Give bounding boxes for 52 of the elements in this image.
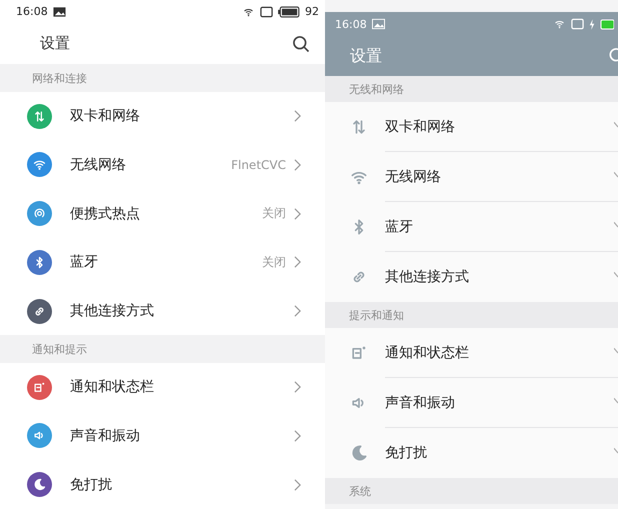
- image-icon: [52, 6, 66, 18]
- battery-icon: [600, 18, 614, 30]
- screen-icon: [571, 18, 584, 30]
- settings-item[interactable]: 蓝牙 关闭: [0, 238, 325, 287]
- search-icon[interactable]: [291, 34, 311, 54]
- section-header: 系统: [325, 478, 618, 504]
- settings-item[interactable]: 声音和振动: [0, 411, 325, 460]
- section-header: 通知和提示: [0, 335, 325, 363]
- settings-item[interactable]: 无线网络: [325, 152, 618, 202]
- settings-item[interactable]: 通知和状态栏: [0, 362, 325, 412]
- settings-item[interactable]: 蓝牙: [325, 202, 618, 252]
- battery-percent: 92: [305, 5, 319, 18]
- settings-item[interactable]: 声音和振动: [325, 378, 618, 428]
- section-header: 网络和连接: [0, 64, 325, 92]
- page-title: 设置: [350, 46, 382, 66]
- item-label: 便携式热点: [70, 204, 141, 223]
- screen-icon: [260, 6, 273, 18]
- item-label: 其他连接方式: [70, 302, 155, 320]
- item-label: 其他连接方式: [385, 268, 469, 286]
- settings-item[interactable]: 无线网络 FlnetCVC: [0, 140, 325, 190]
- page-title: 设置: [40, 34, 70, 54]
- item-value: 关闭: [262, 254, 286, 271]
- status-time: 16:08: [335, 18, 367, 30]
- settings-item[interactable]: 双卡和网络: [0, 92, 325, 140]
- settings-item[interactable]: 其他连接方式: [0, 286, 325, 336]
- item-label: 通知和状态栏: [385, 344, 469, 362]
- item-label: 蓝牙: [385, 218, 413, 236]
- settings-item[interactable]: 免打扰: [0, 460, 325, 509]
- item-label: 免打扰: [70, 476, 113, 494]
- battery-icon: [278, 6, 300, 18]
- item-label: 免打扰: [385, 444, 427, 462]
- charging-icon: [589, 18, 595, 30]
- settings-item[interactable]: 便携式热点 关闭: [0, 189, 325, 238]
- wifi-icon: [553, 18, 566, 30]
- item-label: 无线网络: [385, 168, 441, 186]
- settings-item[interactable]: 通知和状态栏: [325, 328, 618, 378]
- item-label: 通知和状态栏: [70, 378, 155, 396]
- item-label: 无线网络: [70, 156, 127, 174]
- settings-item[interactable]: 其他连接方式: [325, 252, 618, 302]
- item-label: 声音和振动: [70, 426, 141, 445]
- item-label: 声音和振动: [385, 394, 455, 412]
- item-label: 双卡和网络: [70, 107, 141, 126]
- status-time: 16:08: [16, 5, 48, 18]
- settings-item[interactable]: 免打扰: [325, 428, 618, 478]
- settings-item[interactable]: 双卡和网络: [325, 102, 618, 152]
- section-header: 提示和通知: [325, 302, 618, 328]
- item-label: 蓝牙: [70, 253, 99, 272]
- section-header: 无线和网络: [325, 76, 618, 102]
- item-label: 双卡和网络: [385, 118, 455, 136]
- item-value: 关闭: [262, 205, 286, 222]
- item-value: FlnetCVC: [231, 158, 286, 172]
- image-icon: [372, 18, 385, 30]
